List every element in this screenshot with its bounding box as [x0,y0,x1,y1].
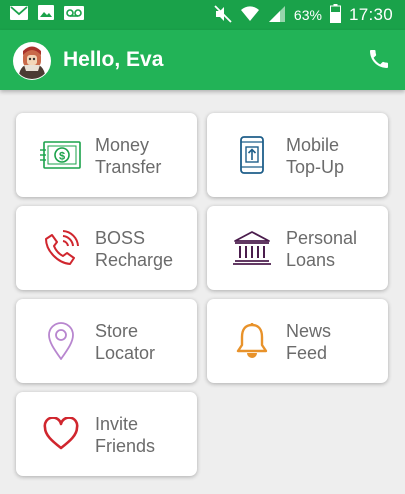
menu-item-label: News Feed [286,321,332,363]
mute-icon [214,4,232,26]
greeting-title: Hello, Eva [63,48,164,71]
mobile-topup-icon [231,135,273,175]
boss-recharge-button[interactable]: BOSS Recharge [16,206,197,290]
svg-text:$: $ [59,151,65,163]
phone-icon[interactable] [367,47,391,71]
personal-loans-button[interactable]: Personal Loans [207,206,388,290]
mobile-topup-button[interactable]: Mobile Top-Up [207,113,388,197]
menu-item-label: Store Locator [95,321,156,363]
menu-item-label: Money Transfer [95,135,162,177]
bell-icon [231,321,273,361]
store-locator-button[interactable]: Store Locator [16,299,197,383]
menu-item-label: BOSS Recharge [95,228,174,270]
voicemail-icon [64,5,84,25]
money-icon: $ [40,135,82,175]
clock: 17:30 [348,5,393,24]
news-feed-button[interactable]: News Feed [207,299,388,383]
app-bar: Hello, Eva [0,30,405,90]
heart-icon [40,414,82,454]
status-bar-system: 63% 17:30 [214,4,393,26]
money-transfer-button[interactable]: $ Money Transfer [16,113,197,197]
location-pin-icon [40,321,82,361]
status-bar: 63% 17:30 [0,0,405,30]
menu-item-label: Mobile Top-Up [286,135,345,177]
menu-item-label: Invite Friends [95,414,156,456]
phone-ringing-icon [40,228,82,268]
signal-icon [268,5,286,26]
image-icon [38,5,54,25]
battery-icon [329,4,341,26]
bank-icon [231,228,273,268]
email-icon [10,5,28,25]
battery-percent: 63% [293,7,322,23]
menu-item-label: Personal Loans [286,228,358,270]
invite-friends-button[interactable]: Invite Friends [16,392,197,476]
status-bar-notifications [10,5,84,25]
wifi-icon [240,5,260,26]
avatar[interactable] [13,42,51,80]
